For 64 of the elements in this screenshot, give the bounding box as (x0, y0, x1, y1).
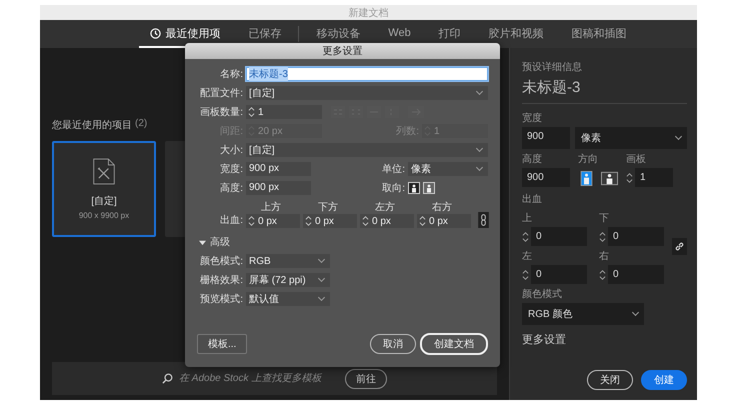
preset-card[interactable]: [自定] 900 x 9900 px (52, 141, 156, 237)
unit-dropdown[interactable]: 像素 (575, 127, 687, 149)
search-field[interactable]: 在 Adobe Stock 上查找更多模板 (179, 373, 339, 384)
field-label: 方向 (578, 152, 599, 166)
field-label: 左 (522, 250, 533, 263)
advanced-toggle[interactable]: 高级 (199, 235, 488, 249)
field-label: 出血: (219, 214, 243, 228)
cancel-button[interactable]: 取消 (370, 334, 416, 354)
width-field[interactable]: 900 px (246, 162, 311, 176)
field-label: 单位: (382, 162, 405, 176)
field-label: 颜色模式 (522, 288, 563, 301)
field-label: 上方 (260, 200, 281, 214)
item-count: (2) (135, 118, 148, 131)
field-label: 画板 (626, 152, 647, 166)
bleed-field[interactable]: 0 px (246, 214, 300, 228)
unit-dropdown[interactable]: 像素 (408, 162, 488, 176)
settings-dropdown[interactable]: RGB (246, 254, 330, 268)
height-field[interactable]: 900 (522, 168, 570, 187)
go-button[interactable]: 前往 (345, 368, 387, 388)
artboard-count-field[interactable]: 1 (246, 105, 322, 119)
create-button[interactable]: 创建 (641, 370, 687, 390)
window-title: 新建文档 (348, 6, 388, 20)
field-label: 上 (522, 212, 533, 225)
preset-title: [自定] (91, 194, 117, 208)
field-label: 下 (599, 212, 610, 225)
create-document-button[interactable]: 创建文档 (420, 333, 488, 355)
template-button[interactable]: 模板... (197, 334, 248, 354)
dialog-title: 更多设置 (322, 44, 362, 58)
field-label: 宽度: (219, 162, 243, 176)
field-label: 右方 (431, 200, 452, 214)
field-label: 栅格效果: (199, 274, 243, 287)
settings-dropdown[interactable]: 屏幕 (72 ppi) (246, 273, 330, 287)
category-tab[interactable]: 图稿和插图 (560, 20, 638, 48)
field-label: 画板数量: (199, 106, 243, 119)
preset-size: 900 x 9900 px (78, 211, 130, 220)
name-field[interactable]: 未标题-3 (246, 67, 488, 81)
field-label: 预览模式: (199, 292, 243, 306)
panel-heading: 预设详细信息 (522, 60, 583, 74)
preset-name[interactable]: 未标题-3 (522, 74, 687, 104)
close-button[interactable]: 关闭 (587, 370, 633, 390)
field-label: 高度: (219, 182, 243, 195)
field-label: 大小: (219, 144, 243, 157)
height-field[interactable]: 900 px (246, 181, 311, 195)
field-label: 取向: (382, 182, 405, 195)
settings-dropdown[interactable]: 默认值 (246, 292, 330, 306)
profile-dropdown[interactable]: [自定] (246, 86, 488, 100)
field-label: 颜色模式: (199, 254, 243, 268)
field-label: 高度 (522, 152, 543, 166)
field-label: 配置文件: (199, 86, 243, 100)
field-label: 出血 (522, 192, 543, 206)
section-heading: 您最近使用的项目 (52, 118, 132, 132)
field-label: 宽度 (522, 112, 543, 125)
field-label: 下方 (317, 200, 338, 214)
more-settings-link[interactable]: 更多设置 (522, 332, 687, 347)
bleed-field[interactable]: 0 px (417, 214, 471, 228)
bleed-field[interactable]: 0 px (303, 214, 357, 228)
width-field[interactable]: 900 (522, 127, 570, 149)
category-tab[interactable]: 胶片和视频 (478, 20, 555, 48)
size-dropdown[interactable]: [自定] (246, 143, 488, 157)
bleed-field[interactable]: 0 px (360, 214, 414, 228)
field-label: 左方 (374, 200, 395, 214)
field-label: 名称: (219, 68, 243, 81)
color-mode-dropdown[interactable]: RGB 颜色 (522, 303, 644, 325)
field-label: 右 (599, 250, 610, 263)
